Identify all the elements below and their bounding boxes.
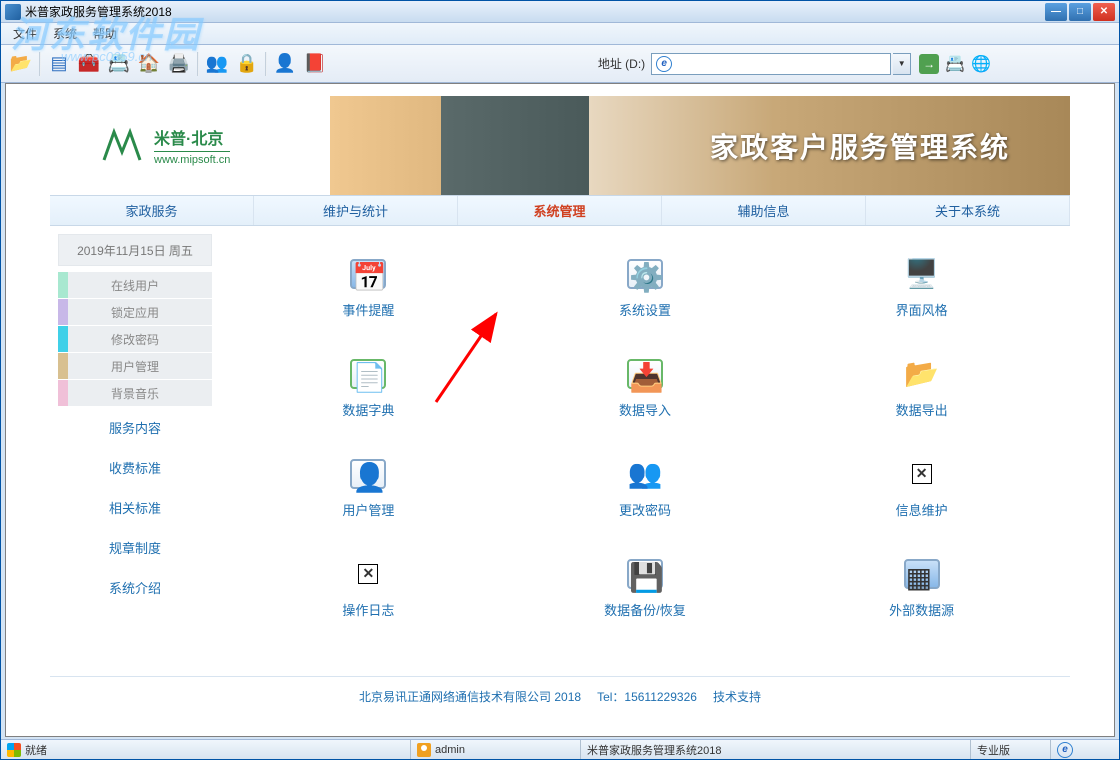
menu-file[interactable]: 文件 [5, 23, 45, 44]
toolbar: 📂 ▤ 🧰 📇 🏠 🖨️ 👥 🔒 👤 📕 地址 (D:) e ▼ → 📇 🌐 [1, 45, 1119, 83]
app-window: 河东软件园 www.pc0359.cn 米普家政服务管理系统2018 — □ ✕… [0, 0, 1120, 760]
go-button[interactable]: → [919, 54, 939, 74]
globe-icon[interactable]: 🌐 [971, 54, 991, 74]
sidebar-item-bgm[interactable]: 背景音乐 [58, 380, 212, 406]
logo-url: www.mipsoft.cn [154, 151, 230, 166]
address-dropdown[interactable]: ▼ [893, 53, 911, 75]
windows-icon [7, 743, 21, 757]
maximize-button[interactable]: □ [1069, 3, 1091, 21]
page-footer: 北京易讯正通网络通信技术有限公司 2018 Tel：15611229326 技术… [50, 676, 1070, 716]
banner: 米普·北京 www.mipsoft.cn 家政客户服务管理系统 [50, 96, 1070, 196]
titlebar: 米普家政服务管理系统2018 — □ ✕ [1, 1, 1119, 23]
status-app: 米普家政服务管理系统2018 [587, 742, 721, 758]
status-edition: 专业版 [977, 742, 1010, 758]
grid-ui-style[interactable]: 🖥️ 界面风格 [803, 236, 1040, 336]
print-icon[interactable]: 🖨️ [165, 50, 193, 78]
calendar-icon: 📅 [348, 254, 388, 294]
users-icon: 👤 [348, 454, 388, 494]
sidebar-link-service[interactable]: 服务内容 [58, 407, 212, 447]
separator [265, 52, 267, 76]
exit-icon[interactable]: 📕 [301, 50, 329, 78]
grid-operation-log[interactable]: ✕ 操作日志 [250, 536, 487, 636]
grid-system-settings[interactable]: ⚙️ 系统设置 [527, 236, 764, 336]
sidebar-link-fee[interactable]: 收费标准 [58, 447, 212, 487]
separator [39, 52, 41, 76]
address-label: 地址 (D:) [598, 55, 645, 72]
grid-data-export[interactable]: 📂 数据导出 [803, 336, 1040, 436]
main-area: 2019年11月15日 周五 在线用户 锁定应用 修改密码 用户管理 背景音乐 … [50, 226, 1070, 666]
grid-change-password[interactable]: 👥 更改密码 [527, 436, 764, 536]
menubar: 文件 系统 帮助 [1, 23, 1119, 45]
mail-icon[interactable]: 📇 [945, 54, 965, 74]
sidebar-item-online-users[interactable]: 在线用户 [58, 272, 212, 298]
backup-icon: 💾 [625, 554, 665, 594]
folder-open-icon[interactable]: 📂 [7, 50, 35, 78]
content-area: 米普·北京 www.mipsoft.cn 家政客户服务管理系统 家政服务 维护与… [5, 83, 1115, 737]
settings-icon: ⚙️ [625, 254, 665, 294]
window-title: 米普家政服务管理系统2018 [25, 3, 1045, 20]
grid-event-reminder[interactable]: 📅 事件提醒 [250, 236, 487, 336]
sidebar-link-rules[interactable]: 规章制度 [58, 527, 212, 567]
logo-area: 米普·北京 www.mipsoft.cn [50, 96, 330, 195]
user-switch-icon[interactable]: 👤 [271, 50, 299, 78]
import-icon: 📥 [625, 354, 665, 394]
password-icon: 👥 [625, 454, 665, 494]
nav-tabs: 家政服务 维护与统计 系统管理 辅助信息 关于本系统 [50, 196, 1070, 226]
ie-icon: e [1057, 742, 1073, 758]
grid-info-maintain[interactable]: ✕ 信息维护 [803, 436, 1040, 536]
footer-company: 北京易讯正通网络通信技术有限公司 2018 [359, 688, 581, 705]
status-ready: 就绪 [25, 742, 47, 758]
menu-system[interactable]: 系统 [45, 23, 85, 44]
logo-icon [100, 124, 144, 168]
menu-help[interactable]: 帮助 [85, 23, 125, 44]
footer-support[interactable]: 技术支持 [713, 688, 761, 705]
grid-data-import[interactable]: 📥 数据导入 [527, 336, 764, 436]
sidebar-link-intro[interactable]: 系统介绍 [58, 567, 212, 607]
footer-tel: Tel：15611229326 [597, 688, 697, 705]
function-grid: 📅 事件提醒 ⚙️ 系统设置 🖥️ 界面风格 📄 数据字典 [220, 226, 1070, 666]
tab-system-manage[interactable]: 系统管理 [458, 196, 662, 225]
user-icon [417, 743, 431, 757]
tab-housekeeping[interactable]: 家政服务 [50, 196, 254, 225]
grid-external-datasource[interactable]: ▦ 外部数据源 [803, 536, 1040, 636]
tab-aux-info[interactable]: 辅助信息 [662, 196, 866, 225]
missing-icon: ✕ [902, 454, 942, 494]
sidebar-item-user-manage[interactable]: 用户管理 [58, 353, 212, 379]
banner-title: 家政客户服务管理系统 [710, 126, 1010, 166]
minimize-button[interactable]: — [1045, 3, 1067, 21]
close-button[interactable]: ✕ [1093, 3, 1115, 21]
sidebar: 2019年11月15日 周五 在线用户 锁定应用 修改密码 用户管理 背景音乐 … [50, 226, 220, 666]
users-icon[interactable]: 👥 [203, 50, 231, 78]
dict-icon: 📄 [348, 354, 388, 394]
sidebar-item-change-password[interactable]: 修改密码 [58, 326, 212, 352]
sidebar-item-lock-app[interactable]: 锁定应用 [58, 299, 212, 325]
separator [197, 52, 199, 76]
sidebar-link-standard[interactable]: 相关标准 [58, 487, 212, 527]
banner-image: 家政客户服务管理系统 [330, 96, 1070, 195]
home-icon[interactable]: 🏠 [135, 50, 163, 78]
grid-data-dict[interactable]: 📄 数据字典 [250, 336, 487, 436]
lock-icon[interactable]: 🔒 [233, 50, 261, 78]
tool1-icon[interactable]: 🧰 [75, 50, 103, 78]
status-user: admin [435, 744, 465, 756]
grid-user-manage[interactable]: 👤 用户管理 [250, 436, 487, 536]
logo-title: 米普·北京 [154, 125, 230, 149]
date-display: 2019年11月15日 周五 [58, 234, 212, 266]
list-icon[interactable]: ▤ [45, 50, 73, 78]
tool2-icon[interactable]: 📇 [105, 50, 133, 78]
address-input[interactable]: e [651, 53, 891, 75]
tab-maintenance[interactable]: 维护与统计 [254, 196, 458, 225]
ie-icon: e [656, 56, 672, 72]
app-icon [5, 4, 21, 20]
missing-icon: ✕ [348, 554, 388, 594]
tab-about[interactable]: 关于本系统 [866, 196, 1070, 225]
grid-backup-restore[interactable]: 💾 数据备份/恢复 [527, 536, 764, 636]
export-icon: 📂 [902, 354, 942, 394]
datasource-icon: ▦ [902, 554, 942, 594]
statusbar: 就绪 admin 米普家政服务管理系统2018 专业版 e [1, 739, 1119, 759]
monitor-icon: 🖥️ [902, 254, 942, 294]
